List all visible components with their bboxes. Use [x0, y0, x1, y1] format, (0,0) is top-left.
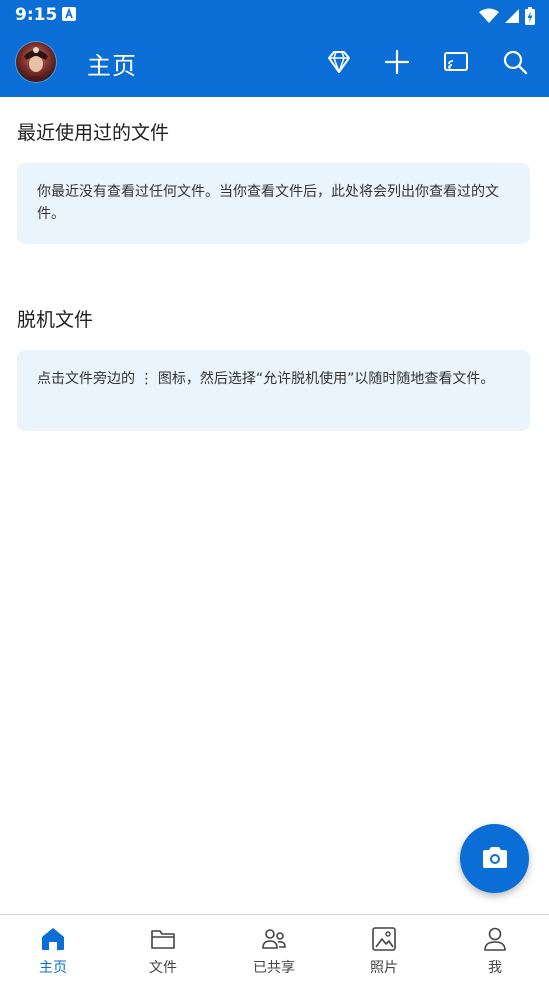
nav-shared-label: 已共享: [253, 960, 295, 976]
people-icon: [262, 929, 286, 949]
avatar[interactable]: [16, 42, 56, 82]
photo-icon: [372, 927, 396, 951]
offline-files-info-card: 点击文件旁边的 ⋮ 图标，然后选择“允许脱机使用”以随时随地查看文件。: [17, 350, 530, 431]
home-icon: [42, 928, 64, 950]
status-bar: 9:15: [0, 0, 549, 28]
nav-home-label: 主页: [39, 960, 67, 976]
offline-files-message: 点击文件旁边的 ⋮ 图标，然后选择“允许脱机使用”以随时随地查看文件。: [37, 371, 495, 387]
folder-icon: [151, 930, 175, 949]
page-title: 主页: [87, 52, 137, 80]
avatar-image: [24, 47, 48, 82]
nav-files[interactable]: 文件: [108, 915, 218, 981]
nav-me[interactable]: 我: [440, 915, 549, 981]
cellular-signal-icon: [504, 8, 519, 23]
nav-photos-label: 照片: [370, 960, 398, 976]
camera-scan-button[interactable]: [460, 824, 529, 893]
nav-me-label: 我: [488, 960, 502, 976]
nav-files-label: 文件: [149, 960, 177, 976]
wifi-icon: [478, 8, 499, 23]
recent-files-empty-message-card: 你最近没有查看过任何文件。当你查看文件后，此处将会列出你查看过的文件。: [17, 163, 530, 244]
recent-files-title: 最近使用过的文件: [17, 122, 170, 144]
recent-files-empty-message: 你最近没有查看过任何文件。当你查看文件后，此处将会列出你查看过的文件。: [37, 184, 499, 222]
nav-photos[interactable]: 照片: [329, 915, 439, 981]
camera-icon: [483, 847, 507, 868]
battery-icon: [525, 6, 535, 25]
bottom-navigation: 主页 文件 已共享 照片 我: [0, 914, 549, 981]
add-icon[interactable]: [383, 48, 411, 76]
status-indicators: [478, 5, 535, 25]
cast-icon[interactable]: [442, 48, 470, 76]
search-icon[interactable]: [501, 48, 529, 76]
nav-shared[interactable]: 已共享: [219, 915, 329, 981]
accessibility-notification-icon: [62, 7, 76, 21]
person-icon: [484, 927, 506, 951]
offline-files-title: 脱机文件: [17, 309, 94, 331]
status-time: 9:15: [15, 5, 58, 25]
app-bar: 主页: [0, 28, 549, 97]
nav-home[interactable]: 主页: [0, 915, 108, 981]
premium-diamond-icon[interactable]: [325, 48, 353, 76]
